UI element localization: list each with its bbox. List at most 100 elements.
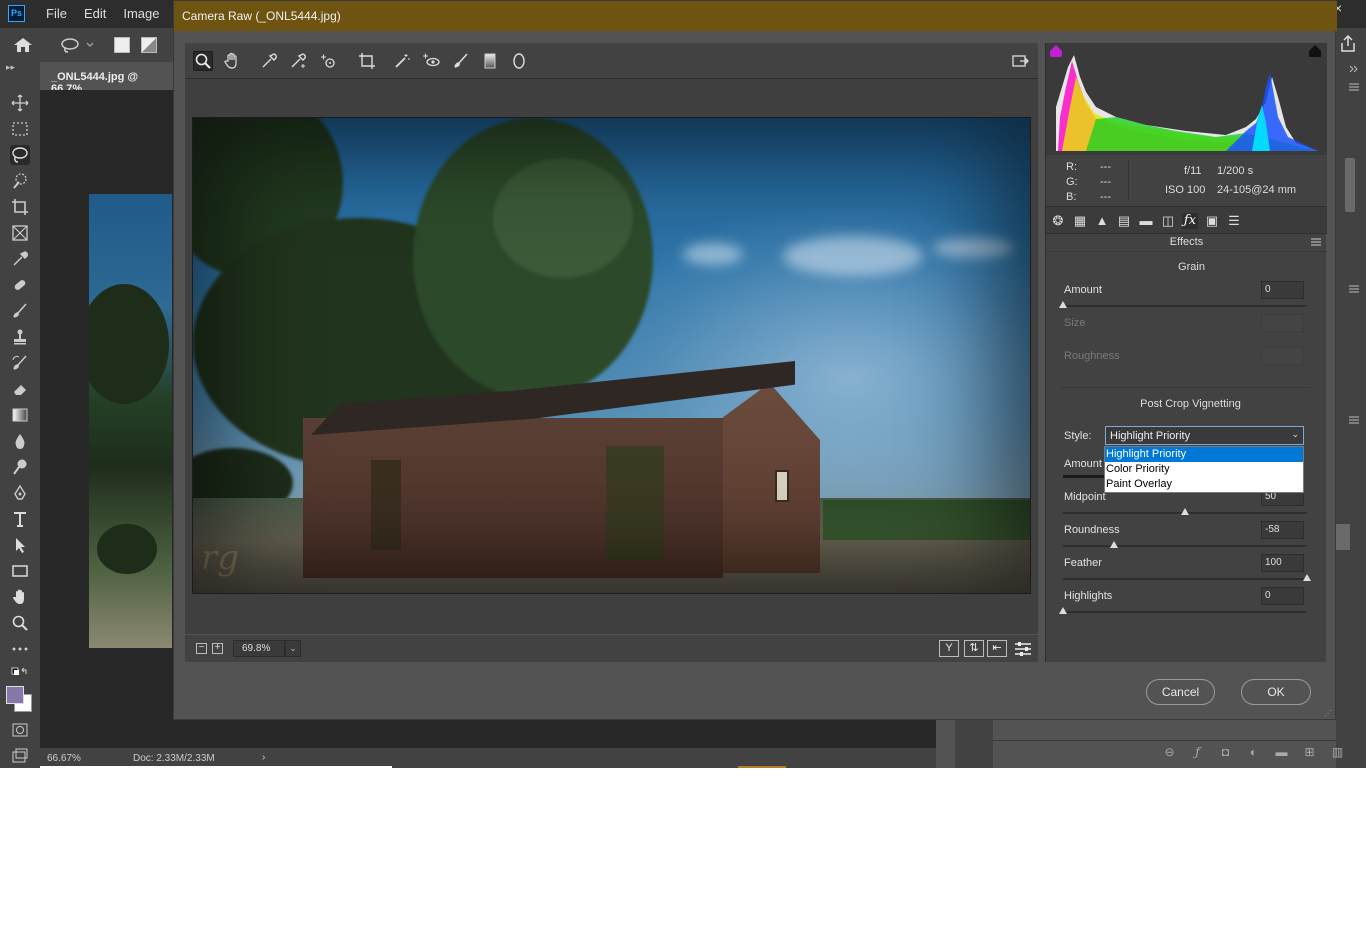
vignette-roundness-slider[interactable] [1063,545,1307,547]
swap-before-after-button[interactable]: ⇅ [964,640,984,657]
adjustment-brush-tool-icon[interactable] [451,51,471,71]
tab-detail-icon[interactable]: ▲ [1094,213,1110,229]
vignette-feather-slider[interactable] [1063,578,1307,580]
vignette-feather-field[interactable]: 100 [1261,554,1304,572]
foreground-color-swatch[interactable] [6,686,24,704]
move-tool-icon[interactable] [10,93,30,113]
copy-settings-button[interactable]: ⇤ [987,640,1007,657]
tab-split-toning-icon[interactable]: ▬ [1138,213,1154,229]
color-sampler-tool-icon[interactable] [288,51,308,71]
new-selection-mode[interactable] [114,37,130,53]
more-tools-icon[interactable] [10,639,30,659]
add-selection-mode[interactable] [141,37,157,53]
vignette-highlights-field[interactable]: 0 [1261,587,1304,605]
vignette-midpoint-slider-thumb[interactable] [1181,508,1189,515]
dropdown-option-paint-overlay[interactable]: Paint Overlay [1105,477,1303,492]
resize-grip-icon[interactable]: ⋰ [1324,709,1334,719]
zoom-dropdown-button[interactable]: ⌄ [285,640,301,657]
tab-calibration-icon[interactable]: ▣ [1204,213,1220,229]
zoom-in-button[interactable]: + [212,643,223,654]
home-icon[interactable] [12,36,34,54]
link-layers-icon[interactable]: ⊖ [1162,745,1177,759]
vignette-highlights-slider-thumb[interactable] [1059,607,1067,614]
swap-colors-icon[interactable] [10,664,30,684]
vignette-roundness-field[interactable]: -58 [1261,521,1304,539]
menu-edit[interactable]: Edit [84,6,106,21]
before-after-view-button[interactable]: Y [939,640,959,657]
share-icon[interactable] [1338,34,1358,54]
spot-removal-tool-icon[interactable] [392,51,412,71]
clone-stamp-tool-icon[interactable] [10,327,30,347]
delete-layer-icon[interactable]: ▥ [1330,745,1345,759]
document-tab[interactable]: _ONL5444.jpg @ 66.7% [40,64,172,95]
gradient-tool-icon[interactable] [10,405,30,425]
healing-brush-tool-icon[interactable] [10,275,30,295]
crop-tool-icon[interactable] [10,197,30,217]
dropdown-option-color-priority[interactable]: Color Priority [1105,462,1303,477]
vignette-highlights-slider[interactable] [1063,611,1307,613]
ok-button[interactable]: OK [1241,679,1311,705]
brush-tool-icon[interactable] [10,301,30,321]
targeted-adjustment-tool-icon[interactable] [318,51,338,71]
grain-amount-slider-thumb[interactable] [1059,301,1067,308]
menu-image[interactable]: Image [123,6,159,21]
tab-effects-icon[interactable]: ƒx [1182,213,1198,229]
eyedropper-tool-icon[interactable] [10,249,30,269]
tab-lens-corrections-icon[interactable]: ◫ [1160,213,1176,229]
vignette-feather-slider-thumb[interactable] [1303,574,1311,581]
adjustment-layer-icon[interactable]: ◐ [1246,745,1261,759]
blur-tool-icon[interactable] [10,431,30,451]
vignette-amount-slider[interactable] [1063,475,1105,478]
panel-menu-icon-2[interactable] [1348,284,1360,294]
status-expand-arrow[interactable]: › [262,752,265,763]
zoom-out-button[interactable]: − [196,643,207,654]
lasso-tool-icon[interactable] [10,145,30,165]
zoom-tool-icon[interactable] [10,613,30,633]
crop-tool-icon[interactable] [357,51,377,71]
path-select-tool-icon[interactable] [10,535,30,555]
vignette-roundness-slider-thumb[interactable] [1110,541,1119,548]
open-preferences-icon[interactable] [1010,51,1030,71]
panel-menu-icon-1[interactable] [1348,82,1360,92]
collapse-toolbar-icon[interactable]: ▸▸ [6,62,15,73]
pen-tool-icon[interactable] [10,483,30,503]
grain-amount-field[interactable]: 0 [1261,281,1304,299]
layer-mask-icon[interactable]: ◘ [1218,745,1233,759]
new-group-icon[interactable]: ▬ [1274,745,1289,759]
hand-tool-icon[interactable] [10,587,30,607]
quick-select-tool-icon[interactable] [10,171,30,191]
grain-amount-slider[interactable] [1063,305,1307,307]
tab-presets-icon[interactable]: ☰ [1226,213,1242,229]
preview-settings-icon[interactable] [1013,640,1033,657]
rectangle-tool-icon[interactable] [10,561,30,581]
menu-file[interactable]: File [46,6,67,21]
marquee-tool-icon[interactable] [10,119,30,139]
type-tool-icon[interactable] [10,509,30,529]
tab-hsl-icon[interactable]: ▤ [1116,213,1132,229]
screen-mode-icon[interactable] [10,746,30,766]
white-balance-tool-icon[interactable] [259,51,279,71]
lasso-options-icon[interactable] [60,37,96,53]
zoom-tool-icon[interactable] [193,51,213,71]
eraser-tool-icon[interactable] [10,379,30,399]
panel-menu-icon[interactable] [1311,238,1321,246]
new-layer-icon[interactable]: ⊞ [1302,745,1317,759]
cancel-button[interactable]: Cancel [1146,679,1215,705]
panel-scroll-handle[interactable] [1336,524,1350,550]
panel-menu-icon-3[interactable] [1348,415,1360,425]
radial-filter-tool-icon[interactable] [509,51,529,71]
history-brush-tool-icon[interactable] [10,353,30,373]
red-eye-tool-icon[interactable] [421,51,441,71]
expand-panels-icon[interactable] [1348,64,1360,74]
vignette-style-select[interactable]: Highlight Priority ⌄ [1105,426,1304,445]
dodge-tool-icon[interactable] [10,457,30,477]
frame-tool-icon[interactable] [10,223,30,243]
tab-tone-curve-icon[interactable]: ▦ [1072,213,1088,229]
layer-style-icon[interactable]: ƒ [1190,745,1205,759]
tab-basic-icon[interactable]: ❂ [1050,213,1066,229]
hand-tool-icon[interactable] [222,51,242,71]
dropdown-option-highlight-priority[interactable]: Highlight Priority [1105,447,1303,462]
zoom-level-field[interactable]: 69.8% [233,640,285,657]
quick-mask-icon[interactable] [10,720,30,740]
graduated-filter-tool-icon[interactable] [480,51,500,71]
